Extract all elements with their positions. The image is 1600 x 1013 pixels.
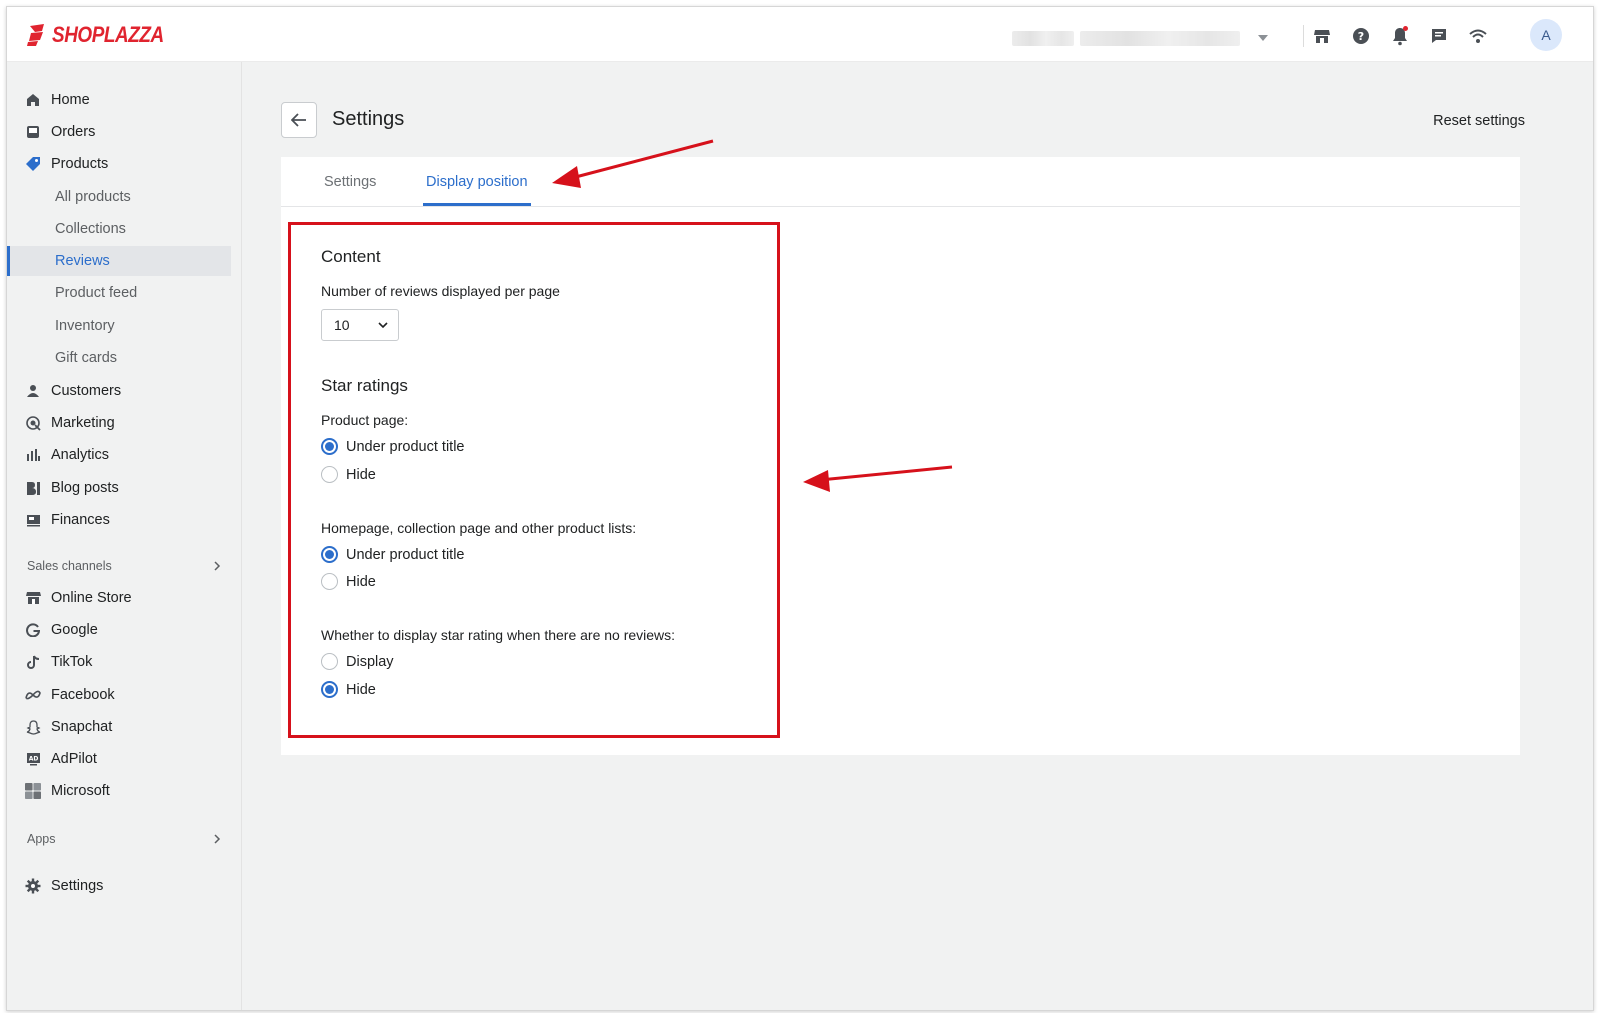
sidebar-item-product-feed[interactable]: Product feed (7, 278, 242, 308)
sidebar-item-gift-cards[interactable]: Gift cards (7, 343, 242, 373)
sales-channels-header[interactable]: Sales channels (7, 554, 242, 578)
sidebar-item-all-products[interactable]: All products (7, 182, 242, 212)
microsoft-icon (25, 783, 41, 799)
meta-icon (25, 687, 41, 703)
radio-checked[interactable] (321, 681, 338, 698)
active-tab-indicator (423, 203, 531, 206)
ad-icon: AD (25, 751, 41, 767)
back-button[interactable] (281, 102, 317, 138)
reviews-per-page-label: Number of reviews displayed per page (321, 283, 560, 299)
sidebar-item-reviews[interactable]: Reviews (7, 246, 231, 276)
sidebar-item-settings[interactable]: Settings (7, 871, 242, 901)
person-icon (25, 383, 41, 399)
tiktok-icon (25, 654, 41, 670)
brand-name: SHOPLAZZA (52, 22, 164, 47)
product-page-hide-radio[interactable]: Hide (321, 466, 376, 483)
google-icon (25, 622, 41, 638)
wifi-icon[interactable] (1467, 25, 1489, 47)
sidebar-item-google[interactable]: Google (7, 615, 242, 645)
svg-text:?: ? (1358, 30, 1364, 43)
store-icon[interactable] (1311, 25, 1333, 47)
reset-settings-button[interactable]: Reset settings (1433, 113, 1525, 129)
sidebar-item-products[interactable]: Products (7, 149, 242, 179)
sidebar-item-online-store[interactable]: Online Store (7, 583, 242, 613)
top-bar: SHOPLAZZA ? A (7, 7, 1593, 62)
bell-icon[interactable] (1389, 25, 1411, 47)
blog-icon (25, 480, 41, 496)
sidebar-item-collections[interactable]: Collections (7, 214, 242, 244)
tab-bar: Settings Display position (281, 157, 1520, 207)
shoplazza-logo-icon (27, 24, 44, 46)
no-reviews-label: Whether to display star rating when ther… (321, 627, 676, 643)
page-title: Settings (332, 108, 405, 130)
radio-checked[interactable] (321, 546, 338, 563)
sidebar-item-analytics[interactable]: Analytics (7, 440, 242, 470)
gear-icon (25, 878, 41, 894)
store-icon (25, 590, 41, 606)
sidebar-item-orders[interactable]: Orders (7, 117, 242, 147)
chevron-right-icon (214, 561, 221, 571)
radio-unchecked[interactable] (321, 466, 338, 483)
tag-icon (25, 156, 41, 172)
sidebar-item-snapchat[interactable]: Snapchat (7, 712, 242, 742)
reviews-per-page-select[interactable]: 10 (321, 309, 399, 341)
chevron-right-icon (214, 834, 221, 844)
product-lists-hide-radio[interactable]: Hide (321, 573, 376, 590)
sidebar-item-home[interactable]: Home (7, 85, 242, 115)
bars-icon (25, 447, 41, 463)
chat-icon[interactable] (1428, 25, 1450, 47)
no-reviews-hide-radio[interactable]: Hide (321, 681, 376, 698)
sidebar-item-microsoft[interactable]: Microsoft (7, 776, 242, 806)
sidebar-item-inventory[interactable]: Inventory (7, 311, 242, 341)
no-reviews-display-radio[interactable]: Display (321, 653, 394, 670)
app-window: SHOPLAZZA ? A Home Orders Products All p… (6, 6, 1594, 1011)
help-icon[interactable]: ? (1350, 25, 1372, 47)
sidebar-item-tiktok[interactable]: TikTok (7, 647, 242, 677)
sidebar-item-finances[interactable]: Finances (7, 505, 242, 535)
apps-header[interactable]: Apps (7, 827, 242, 851)
snapchat-icon (25, 719, 41, 735)
product-lists-under-title-radio[interactable]: Under product title (321, 546, 464, 563)
divider (1303, 25, 1304, 47)
brand-logo[interactable]: SHOPLAZZA (26, 22, 182, 48)
home-icon (25, 92, 41, 108)
tab-settings[interactable]: Settings (324, 174, 376, 190)
product-lists-label: Homepage, collection page and other prod… (321, 520, 637, 536)
finance-icon (25, 512, 41, 528)
sidebar-item-adpilot[interactable]: AD AdPilot (7, 744, 242, 774)
radio-checked[interactable] (321, 438, 338, 455)
main-content: Settings Reset settings Settings Display… (243, 62, 1593, 1010)
product-page-under-title-radio[interactable]: Under product title (321, 438, 464, 455)
settings-card: Settings Display position Content Number… (281, 157, 1520, 755)
sidebar-item-customers[interactable]: Customers (7, 376, 242, 406)
content-heading: Content (321, 247, 381, 266)
sidebar: Home Orders Products All products Collec… (7, 62, 242, 1010)
store-switcher[interactable] (1012, 28, 1268, 48)
svg-text:AD: AD (28, 756, 38, 763)
radio-unchecked[interactable] (321, 653, 338, 670)
tab-display-position[interactable]: Display position (426, 174, 528, 190)
star-ratings-heading: Star ratings (321, 376, 408, 395)
arrow-left-icon (291, 113, 306, 127)
sidebar-item-blog-posts[interactable]: Blog posts (7, 473, 242, 503)
sidebar-item-marketing[interactable]: Marketing (7, 408, 242, 438)
product-page-label: Product page: (321, 412, 409, 428)
target-icon (25, 415, 41, 431)
chevron-down-icon (378, 322, 388, 329)
chevron-down-icon (1258, 35, 1268, 41)
radio-unchecked[interactable] (321, 573, 338, 590)
inbox-icon (25, 124, 41, 140)
sidebar-item-facebook[interactable]: Facebook (7, 680, 242, 710)
avatar[interactable]: A (1530, 19, 1562, 51)
